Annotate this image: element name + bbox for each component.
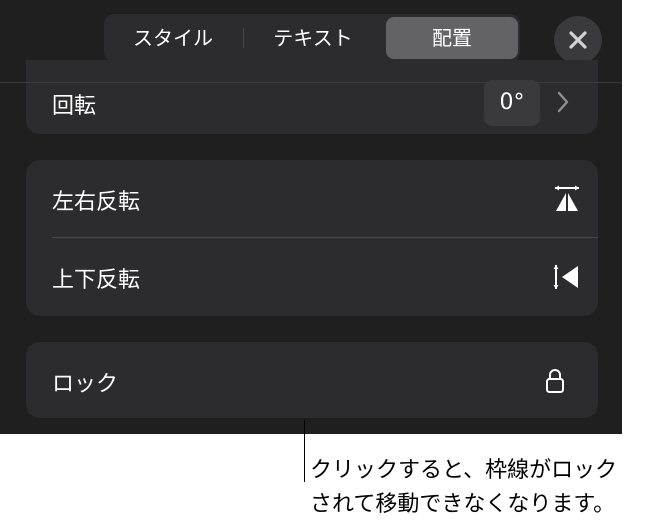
tab-style[interactable]: スタイル bbox=[104, 14, 242, 62]
rotate-value-field[interactable]: 0° bbox=[484, 80, 540, 126]
lock-label: ロック bbox=[52, 372, 119, 397]
arrange-panel: スタイル テキスト 配置 回転 0° 左右反転 上下反転 ロック bbox=[0, 0, 622, 434]
rotate-card: 回転 0° bbox=[26, 60, 598, 134]
lock-icon bbox=[546, 369, 564, 393]
close-icon bbox=[569, 31, 587, 49]
callout-line bbox=[304, 420, 305, 482]
flip-vertical-icon bbox=[553, 265, 578, 289]
lock-card: ロック bbox=[26, 342, 598, 418]
lock-button[interactable]: ロック bbox=[26, 342, 598, 418]
flip-horizontal-icon bbox=[555, 185, 579, 211]
tab-text[interactable]: テキスト bbox=[244, 14, 382, 62]
callout-line-2: されて移動できなくなります。 bbox=[310, 492, 616, 517]
close-button[interactable] bbox=[554, 16, 602, 64]
chevron-right-icon[interactable] bbox=[556, 90, 570, 114]
flip-card: 左右反転 上下反転 bbox=[26, 160, 598, 316]
tab-arrange[interactable]: 配置 bbox=[386, 17, 518, 59]
flip-horizontal-label: 左右反転 bbox=[52, 190, 141, 215]
rotate-label: 回転 bbox=[52, 94, 97, 119]
flip-vertical-label: 上下反転 bbox=[52, 268, 141, 293]
flip-vertical-button[interactable]: 上下反転 bbox=[26, 238, 598, 316]
tab-bar: スタイル テキスト 配置 bbox=[104, 14, 520, 62]
flip-horizontal-button[interactable]: 左右反転 bbox=[26, 160, 598, 238]
callout-line-1: クリックすると、枠線がロック bbox=[310, 458, 618, 483]
callout-text: クリックすると、枠線がロック されて移動できなくなります。 bbox=[310, 454, 662, 522]
header-divider bbox=[0, 82, 622, 83]
